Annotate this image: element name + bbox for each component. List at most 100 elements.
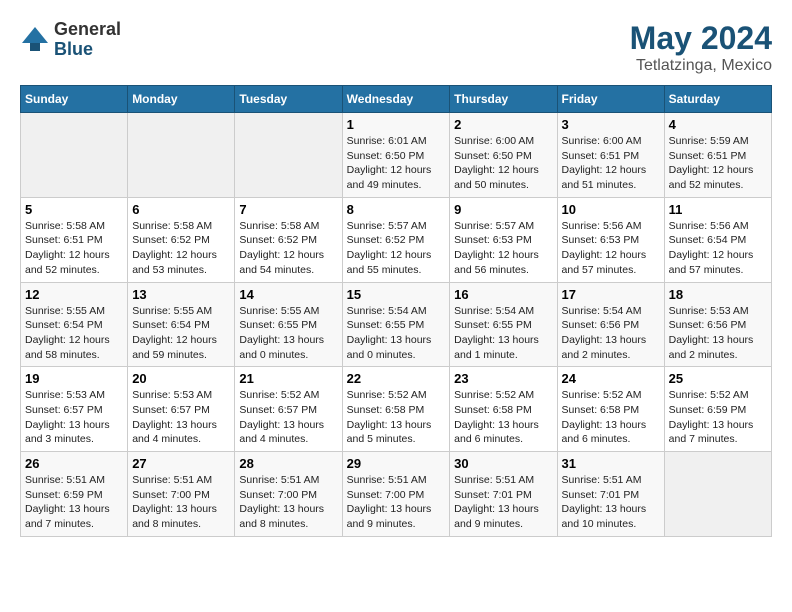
day-info: Sunrise: 5:58 AM Sunset: 6:52 PM Dayligh… <box>239 219 337 278</box>
day-number: 17 <box>562 287 660 302</box>
header-wednesday: Wednesday <box>342 86 450 113</box>
day-info: Sunrise: 5:51 AM Sunset: 7:00 PM Dayligh… <box>239 473 337 532</box>
day-info: Sunrise: 5:56 AM Sunset: 6:53 PM Dayligh… <box>562 219 660 278</box>
calendar-header-row: SundayMondayTuesdayWednesdayThursdayFrid… <box>21 86 772 113</box>
day-number: 19 <box>25 371 123 386</box>
day-number: 2 <box>454 117 552 132</box>
calendar-cell: 15Sunrise: 5:54 AM Sunset: 6:55 PM Dayli… <box>342 282 450 367</box>
calendar-cell: 11 Sunrise: 5:56 AM Sunset: 6:54 PM Dayli… <box>664 197 771 282</box>
calendar-cell <box>128 113 235 198</box>
calendar-cell <box>21 113 128 198</box>
calendar-table: SundayMondayTuesdayWednesdayThursdayFrid… <box>20 85 772 537</box>
calendar-cell: 8 Sunrise: 5:57 AM Sunset: 6:52 PM Daylig… <box>342 197 450 282</box>
calendar-cell: 26 Sunrise: 5:51 AM Sunset: 6:59 PM Dayli… <box>21 452 128 537</box>
day-number: 3 <box>562 117 660 132</box>
logo: General Blue <box>20 20 121 60</box>
day-number: 9 <box>454 202 552 217</box>
day-info: Sunrise: 5:58 AM Sunset: 6:52 PM Dayligh… <box>132 219 230 278</box>
header-tuesday: Tuesday <box>235 86 342 113</box>
calendar-cell: 4 Sunrise: 5:59 AM Sunset: 6:51 PM Daylig… <box>664 113 771 198</box>
header-monday: Monday <box>128 86 235 113</box>
calendar-cell: 3 Sunrise: 6:00 AM Sunset: 6:51 PM Daylig… <box>557 113 664 198</box>
day-info: Sunrise: 6:00 AM Sunset: 6:50 PM Dayligh… <box>454 134 552 193</box>
day-info: Sunrise: 5:52 AM Sunset: 6:57 PM Dayligh… <box>239 388 337 447</box>
header-saturday: Saturday <box>664 86 771 113</box>
day-number: 12 <box>25 287 123 302</box>
title-block: May 2024 Tetlatzinga, Mexico <box>630 20 772 75</box>
header-friday: Friday <box>557 86 664 113</box>
calendar-cell: 1 Sunrise: 6:01 AM Sunset: 6:50 PM Daylig… <box>342 113 450 198</box>
day-number: 13 <box>132 287 230 302</box>
calendar-cell: 19 Sunrise: 5:53 AM Sunset: 6:57 PM Dayli… <box>21 367 128 452</box>
calendar-cell: 5 Sunrise: 5:58 AM Sunset: 6:51 PM Daylig… <box>21 197 128 282</box>
day-number: 30 <box>454 456 552 471</box>
day-info: Sunrise: 5:52 AM Sunset: 6:58 PM Dayligh… <box>347 388 446 447</box>
calendar-week-row: 5 Sunrise: 5:58 AM Sunset: 6:51 PM Daylig… <box>21 197 772 282</box>
day-number: 28 <box>239 456 337 471</box>
calendar-week-row: 12 Sunrise: 5:55 AM Sunset: 6:54 PM Dayli… <box>21 282 772 367</box>
calendar-week-row: 26 Sunrise: 5:51 AM Sunset: 6:59 PM Dayli… <box>21 452 772 537</box>
day-info: Sunrise: 5:56 AM Sunset: 6:54 PM Dayligh… <box>669 219 767 278</box>
day-info: Sunrise: 5:58 AM Sunset: 6:51 PM Dayligh… <box>25 219 123 278</box>
day-number: 25 <box>669 371 767 386</box>
day-number: 10 <box>562 202 660 217</box>
day-info: Sunrise: 5:53 AM Sunset: 6:56 PM Dayligh… <box>669 304 767 363</box>
day-number: 22 <box>347 371 446 386</box>
day-number: 4 <box>669 117 767 132</box>
calendar-cell: 12Sunrise: 5:55 AM Sunset: 6:54 PM Dayli… <box>21 282 128 367</box>
day-info: Sunrise: 5:55 AM Sunset: 6:54 PM Dayligh… <box>132 304 230 363</box>
day-info: Sunrise: 6:01 AM Sunset: 6:50 PM Dayligh… <box>347 134 446 193</box>
day-info: Sunrise: 5:57 AM Sunset: 6:53 PM Dayligh… <box>454 219 552 278</box>
calendar-cell: 28 Sunrise: 5:51 AM Sunset: 7:00 PM Dayli… <box>235 452 342 537</box>
calendar-cell <box>664 452 771 537</box>
header-thursday: Thursday <box>450 86 557 113</box>
day-number: 6 <box>132 202 230 217</box>
calendar-cell: 20Sunrise: 5:53 AM Sunset: 6:57 PM Dayli… <box>128 367 235 452</box>
calendar-cell: 10 Sunrise: 5:56 AM Sunset: 6:53 PM Dayli… <box>557 197 664 282</box>
day-number: 26 <box>25 456 123 471</box>
calendar-cell <box>235 113 342 198</box>
calendar-cell: 22 Sunrise: 5:52 AM Sunset: 6:58 PM Dayli… <box>342 367 450 452</box>
logo-general: General <box>54 19 121 39</box>
page-title: May 2024 <box>630 20 772 57</box>
day-info: Sunrise: 5:51 AM Sunset: 7:00 PM Dayligh… <box>347 473 446 532</box>
calendar-week-row: 19 Sunrise: 5:53 AM Sunset: 6:57 PM Dayli… <box>21 367 772 452</box>
page-header: General Blue May 2024 Tetlatzinga, Mexic… <box>20 20 772 75</box>
day-info: Sunrise: 5:53 AM Sunset: 6:57 PM Dayligh… <box>25 388 123 447</box>
calendar-cell: 16 Sunrise: 5:54 AM Sunset: 6:55 PM Dayli… <box>450 282 557 367</box>
day-number: 8 <box>347 202 446 217</box>
page-subtitle: Tetlatzinga, Mexico <box>630 57 772 75</box>
calendar-cell: 25Sunrise: 5:52 AM Sunset: 6:59 PM Dayli… <box>664 367 771 452</box>
calendar-cell: 9 Sunrise: 5:57 AM Sunset: 6:53 PM Daylig… <box>450 197 557 282</box>
logo-text: General Blue <box>54 20 121 60</box>
calendar-cell: 27Sunrise: 5:51 AM Sunset: 7:00 PM Dayli… <box>128 452 235 537</box>
day-number: 16 <box>454 287 552 302</box>
day-info: Sunrise: 5:55 AM Sunset: 6:55 PM Dayligh… <box>239 304 337 363</box>
day-number: 11 <box>669 202 767 217</box>
calendar-cell: 14Sunrise: 5:55 AM Sunset: 6:55 PM Dayli… <box>235 282 342 367</box>
day-info: Sunrise: 5:54 AM Sunset: 6:56 PM Dayligh… <box>562 304 660 363</box>
calendar-cell: 2 Sunrise: 6:00 AM Sunset: 6:50 PM Daylig… <box>450 113 557 198</box>
header-sunday: Sunday <box>21 86 128 113</box>
day-info: Sunrise: 5:51 AM Sunset: 7:00 PM Dayligh… <box>132 473 230 532</box>
day-number: 7 <box>239 202 337 217</box>
logo-icon <box>20 25 50 55</box>
day-number: 29 <box>347 456 446 471</box>
day-number: 20 <box>132 371 230 386</box>
day-info: Sunrise: 5:59 AM Sunset: 6:51 PM Dayligh… <box>669 134 767 193</box>
day-info: Sunrise: 6:00 AM Sunset: 6:51 PM Dayligh… <box>562 134 660 193</box>
day-info: Sunrise: 5:52 AM Sunset: 6:58 PM Dayligh… <box>562 388 660 447</box>
day-info: Sunrise: 5:57 AM Sunset: 6:52 PM Dayligh… <box>347 219 446 278</box>
calendar-cell: 29 Sunrise: 5:51 AM Sunset: 7:00 PM Dayli… <box>342 452 450 537</box>
day-info: Sunrise: 5:54 AM Sunset: 6:55 PM Dayligh… <box>454 304 552 363</box>
calendar-cell: 24Sunrise: 5:52 AM Sunset: 6:58 PM Dayli… <box>557 367 664 452</box>
day-number: 21 <box>239 371 337 386</box>
day-number: 1 <box>347 117 446 132</box>
day-info: Sunrise: 5:54 AM Sunset: 6:55 PM Dayligh… <box>347 304 446 363</box>
day-info: Sunrise: 5:51 AM Sunset: 6:59 PM Dayligh… <box>25 473 123 532</box>
calendar-cell: 31Sunrise: 5:51 AM Sunset: 7:01 PM Dayli… <box>557 452 664 537</box>
day-info: Sunrise: 5:51 AM Sunset: 7:01 PM Dayligh… <box>562 473 660 532</box>
day-number: 5 <box>25 202 123 217</box>
calendar-week-row: 1 Sunrise: 6:01 AM Sunset: 6:50 PM Daylig… <box>21 113 772 198</box>
day-info: Sunrise: 5:52 AM Sunset: 6:58 PM Dayligh… <box>454 388 552 447</box>
